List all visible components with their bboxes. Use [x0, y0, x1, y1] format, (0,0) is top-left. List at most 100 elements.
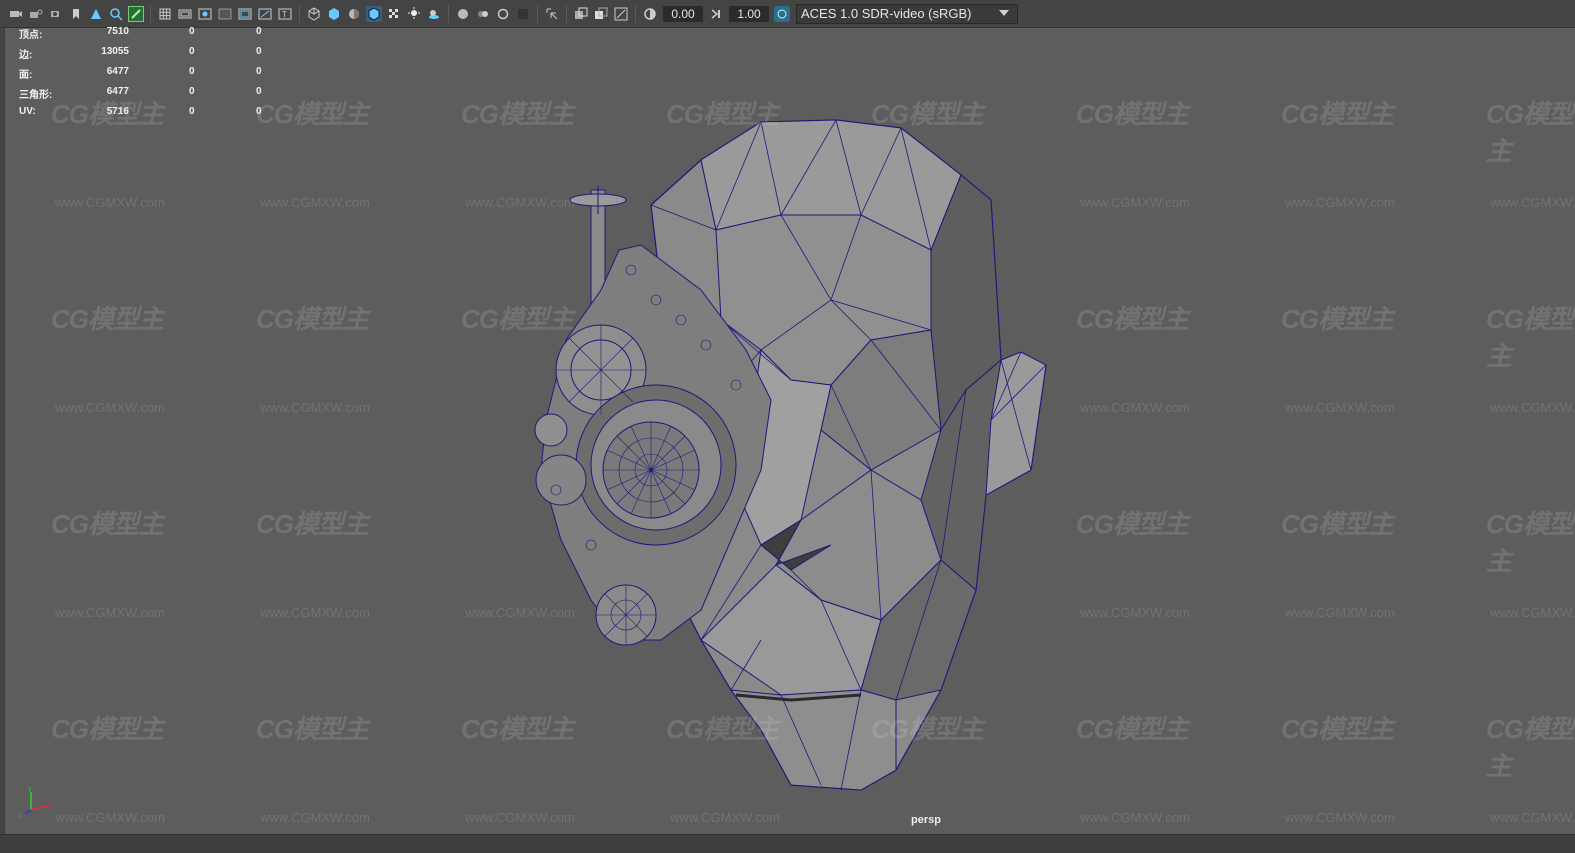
hud-label: 面: [19, 70, 33, 81]
watermark-url: www.CGMXW.com [465, 810, 575, 825]
anti-aliasing-icon[interactable] [495, 6, 511, 22]
watermark-logo: CG模型主 [461, 304, 574, 334]
watermark-logo: CG模型主 [51, 714, 164, 744]
axis-gizmo-icon: y x z [19, 786, 52, 818]
bottom-bar [0, 834, 1575, 853]
hud-value: 0 [256, 26, 262, 37]
smooth-shade-icon[interactable] [326, 6, 342, 22]
hud-value: 0 [189, 46, 195, 57]
xray-active-components-icon[interactable] [593, 6, 609, 22]
shadows-icon[interactable] [426, 6, 442, 22]
ambient-occlusion-icon[interactable] [455, 6, 471, 22]
watermark-url: www.CGMXW.com [55, 605, 165, 620]
hud-value: 6477 [106, 86, 129, 97]
watermark-logo: CG模型主 [1486, 304, 1574, 371]
watermark-logo: CG模型主 [1076, 714, 1189, 744]
color-management-icon[interactable] [774, 5, 790, 22]
hud-label: 边: [19, 50, 33, 61]
wireframe-icon[interactable] [306, 6, 322, 22]
watermark-logo: CG模型主 [1281, 509, 1394, 539]
watermark-logo: CG模型主 [461, 99, 574, 129]
watermark-logo: CG模型主 [256, 509, 369, 539]
exposure-icon[interactable] [642, 6, 658, 22]
watermark-url: www.CGMXW.com [260, 810, 370, 825]
watermark-url: www.CGMXW.com [1080, 605, 1190, 620]
watermark-logo: CG模型主 [1281, 714, 1394, 744]
toolbar-separator [299, 4, 300, 23]
watermark-logo: CG模型主 [461, 714, 574, 744]
grease-pencil-icon[interactable] [128, 5, 144, 22]
watermark-url: www.CGMXW.com [670, 810, 780, 825]
camera-lock-icon[interactable] [28, 6, 44, 22]
hud-value: 6477 [106, 66, 129, 77]
hud-label: 三角形: [19, 90, 53, 101]
watermark-logo: CG模型主 [1281, 304, 1394, 334]
default-material-icon[interactable] [346, 6, 362, 22]
camera-icon[interactable] [8, 6, 24, 22]
wireframe-on-shaded-icon[interactable] [366, 5, 382, 22]
watermark-url: www.CGMXW.com [55, 195, 165, 210]
axis-x-label: x [48, 803, 52, 810]
hud-label: 顶点: [19, 30, 43, 41]
view-transform-select[interactable]: ACES 1.0 SDR-video (sRGB) [796, 3, 1018, 24]
hud-value: 13055 [101, 46, 129, 57]
watermark-logo: CG模型主 [51, 509, 164, 539]
hud-value: 0 [256, 86, 262, 97]
grid-icon[interactable] [157, 6, 173, 22]
depth-of-field-icon[interactable] [515, 6, 531, 22]
lights-icon[interactable] [406, 6, 422, 22]
watermark-logo: CG模型主 [1486, 714, 1574, 781]
toolbar-separator [448, 4, 449, 23]
watermark-url: www.CGMXW.com [260, 400, 370, 415]
watermark-logo: CG模型主 [51, 304, 164, 334]
watermark-url: www.CGMXW.com [1490, 400, 1575, 415]
svg-text:T: T [282, 10, 287, 19]
watermark-url: www.CGMXW.com [1080, 195, 1190, 210]
textured-icon[interactable] [386, 6, 402, 22]
hud-value: 0 [189, 26, 195, 37]
watermark-logo: CG模型主 [871, 99, 984, 129]
isolate-select-icon[interactable] [544, 6, 560, 22]
hud-value: 0 [189, 106, 195, 117]
watermark-url: www.CGMXW.com [1490, 810, 1575, 825]
2d-pan-zoom-icon[interactable] [108, 6, 124, 22]
watermark-url: www.CGMXW.com [1490, 195, 1575, 210]
camera-name-label: persp [911, 814, 941, 826]
toolbar-separator [566, 4, 567, 23]
bookmark-icon[interactable] [68, 6, 84, 22]
gate-mask-icon[interactable] [217, 6, 233, 22]
watermark-url: www.CGMXW.com [1285, 605, 1395, 620]
xray-icon[interactable] [573, 6, 589, 22]
motion-blur-icon[interactable] [475, 6, 491, 22]
watermark-logo: CG模型主 [1486, 99, 1574, 166]
watermark-logo: CG模型主 [1281, 99, 1394, 129]
gamma-icon[interactable] [708, 6, 724, 22]
safe-title-icon[interactable]: T [277, 6, 293, 22]
hud-value: 0 [189, 86, 195, 97]
watermark-logo: CG模型主 [1076, 304, 1189, 334]
xray-joints-icon[interactable] [613, 6, 629, 22]
hud-value: 0 [256, 46, 262, 57]
hud-value: 5716 [106, 106, 129, 117]
axis-z-label: z [19, 812, 23, 818]
watermark-url: www.CGMXW.com [55, 400, 165, 415]
3d-viewport[interactable]: CG模型主 CG模型主 CG模型主 CG模型主 CG模型主 CG模型主 CG模型… [4, 26, 1575, 834]
toolbar-separator [635, 4, 636, 23]
film-gate-icon[interactable] [177, 6, 193, 22]
resolution-gate-icon[interactable] [197, 6, 213, 22]
watermark-url: www.CGMXW.com [465, 605, 575, 620]
watermark-logo: CG模型主 [256, 99, 369, 129]
watermark-logo: CG模型主 [1076, 509, 1189, 539]
watermark-url: www.CGMXW.com [1285, 810, 1395, 825]
safe-action-icon[interactable] [257, 6, 273, 22]
watermark-logo: CG模型主 [666, 714, 779, 744]
gamma-field[interactable]: 1.00 [729, 5, 769, 22]
watermark-url: www.CGMXW.com [55, 810, 165, 825]
exposure-field[interactable]: 0.00 [663, 5, 703, 22]
watermark-url: www.CGMXW.com [1080, 810, 1190, 825]
toolbar-separator [150, 4, 151, 23]
field-chart-icon[interactable] [237, 6, 253, 22]
watermark-url: www.CGMXW.com [1285, 195, 1395, 210]
image-plane-icon[interactable] [88, 6, 104, 22]
camera-attributes-icon[interactable] [48, 6, 64, 22]
